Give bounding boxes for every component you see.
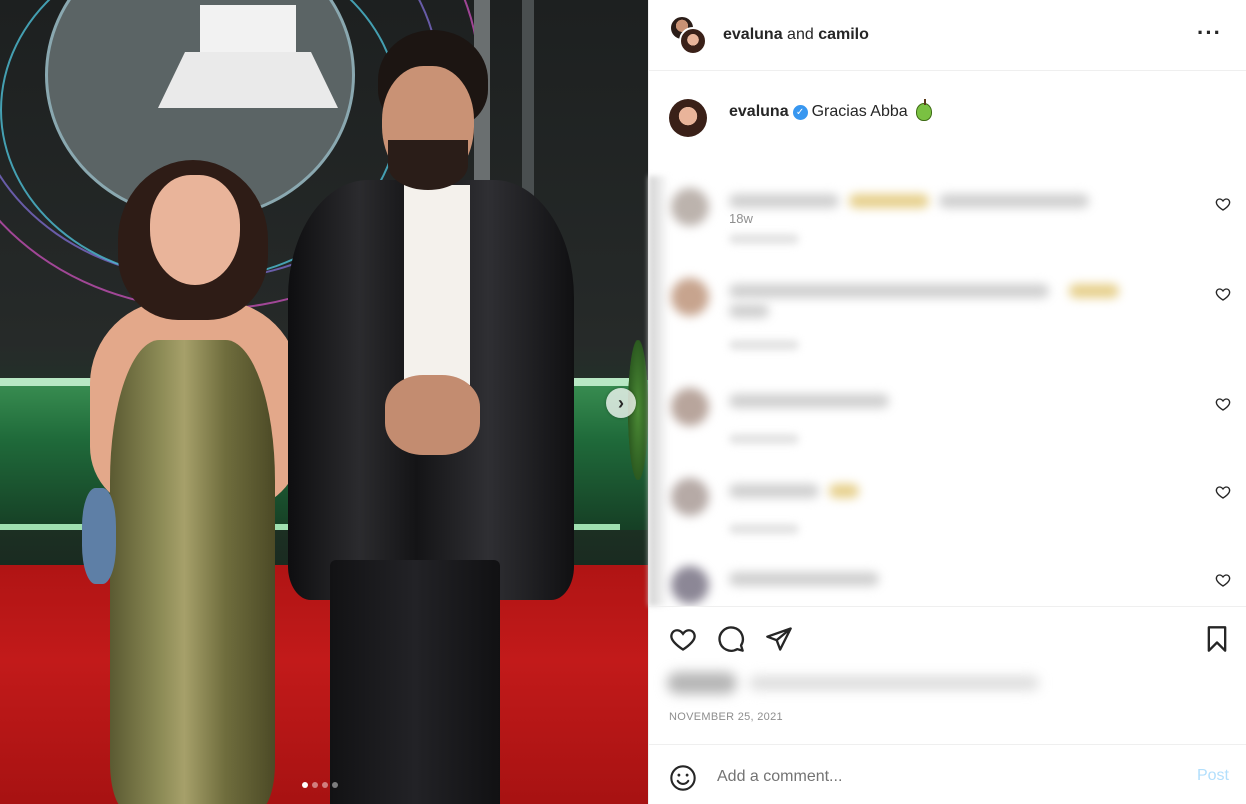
blurred-text: [729, 284, 1049, 298]
woman-glove: [82, 488, 116, 584]
action-bar: [649, 606, 1246, 666]
gramophone-icon: [158, 0, 338, 108]
post-authors: evaluna and camilo: [723, 26, 869, 44]
post-panel: evaluna and camilo ··· evaluna ✓ Gracias…: [648, 0, 1246, 804]
comments-list[interactable]: [649, 176, 1246, 606]
caption: evaluna ✓ Gracias Abba 18w: [649, 71, 1246, 226]
blurred-text: [849, 194, 929, 208]
carousel-dot: [302, 782, 308, 788]
list-item: [649, 266, 1246, 350]
bookmark-icon[interactable]: [1203, 625, 1231, 653]
blurred-text: [749, 676, 1039, 690]
blurred-meta: [729, 524, 799, 534]
author-link[interactable]: evaluna: [723, 26, 783, 43]
carousel-dot: [312, 782, 318, 788]
man-pants: [330, 560, 500, 804]
carousel-dots: [302, 782, 338, 788]
comment-input[interactable]: [717, 765, 1157, 789]
carousel-dot: [322, 782, 328, 788]
heart-icon[interactable]: [1215, 572, 1231, 588]
blurred-text: [829, 484, 859, 498]
post-photo[interactable]: ›: [0, 0, 648, 804]
more-horizontal-icon: ···: [1197, 20, 1222, 45]
man-shirt: [404, 185, 470, 385]
list-item: [649, 554, 1246, 606]
comment-icon[interactable]: [717, 625, 745, 653]
post-header: evaluna and camilo ···: [649, 0, 1246, 71]
man-beard: [388, 140, 468, 190]
share-icon[interactable]: [765, 625, 793, 653]
collab-avatars[interactable]: [669, 15, 709, 55]
comment-composer: Post: [649, 744, 1246, 804]
avatar: [671, 388, 709, 426]
more-options-button[interactable]: ···: [1197, 22, 1222, 44]
man-hands: [385, 375, 480, 455]
blurred-text: [729, 572, 879, 586]
avatar: [671, 188, 709, 226]
blurred-text: [729, 394, 889, 408]
caption-line: evaluna ✓ Gracias Abba: [729, 99, 932, 121]
blurred-text: [1069, 284, 1119, 298]
heart-icon[interactable]: [1215, 484, 1231, 500]
caption-username[interactable]: evaluna: [729, 103, 789, 121]
list-item: [649, 376, 1246, 456]
blurred-meta: [729, 234, 799, 244]
list-item: [649, 176, 1246, 256]
heart-icon[interactable]: [1215, 196, 1231, 212]
carousel-dot: [332, 782, 338, 788]
post-date[interactable]: NOVEMBER 25, 2021: [669, 711, 783, 723]
avatar: [671, 566, 709, 604]
post-comment-button[interactable]: Post: [1197, 767, 1229, 785]
likes-summary[interactable]: [659, 666, 1039, 698]
woman-dress: [110, 340, 275, 804]
author-joiner: and: [787, 26, 814, 43]
red-carpet: [0, 565, 648, 804]
blurred-avatars: [667, 672, 737, 694]
carousel-next-button[interactable]: ›: [606, 388, 636, 418]
blurred-text: [729, 194, 839, 208]
smile-icon[interactable]: [669, 764, 697, 792]
blurred-text: [939, 194, 1089, 208]
list-item: [649, 466, 1246, 546]
avatar: [671, 278, 709, 316]
green-apple-emoji: [915, 99, 932, 121]
blurred-text: [729, 484, 819, 498]
blurred-meta: [729, 434, 799, 444]
chevron-right-icon: ›: [618, 393, 624, 413]
avatar[interactable]: [679, 27, 707, 55]
heart-icon[interactable]: [1215, 286, 1231, 302]
author-link[interactable]: camilo: [818, 26, 869, 43]
avatar: [671, 478, 709, 516]
heart-icon[interactable]: [1215, 396, 1231, 412]
heart-icon[interactable]: [669, 625, 697, 653]
avatar[interactable]: [669, 99, 707, 137]
caption-text: Gracias Abba: [811, 103, 908, 120]
blurred-text: [729, 304, 769, 318]
verified-badge-icon: ✓: [792, 104, 808, 120]
blurred-meta: [729, 340, 799, 350]
woman-face: [150, 175, 240, 285]
